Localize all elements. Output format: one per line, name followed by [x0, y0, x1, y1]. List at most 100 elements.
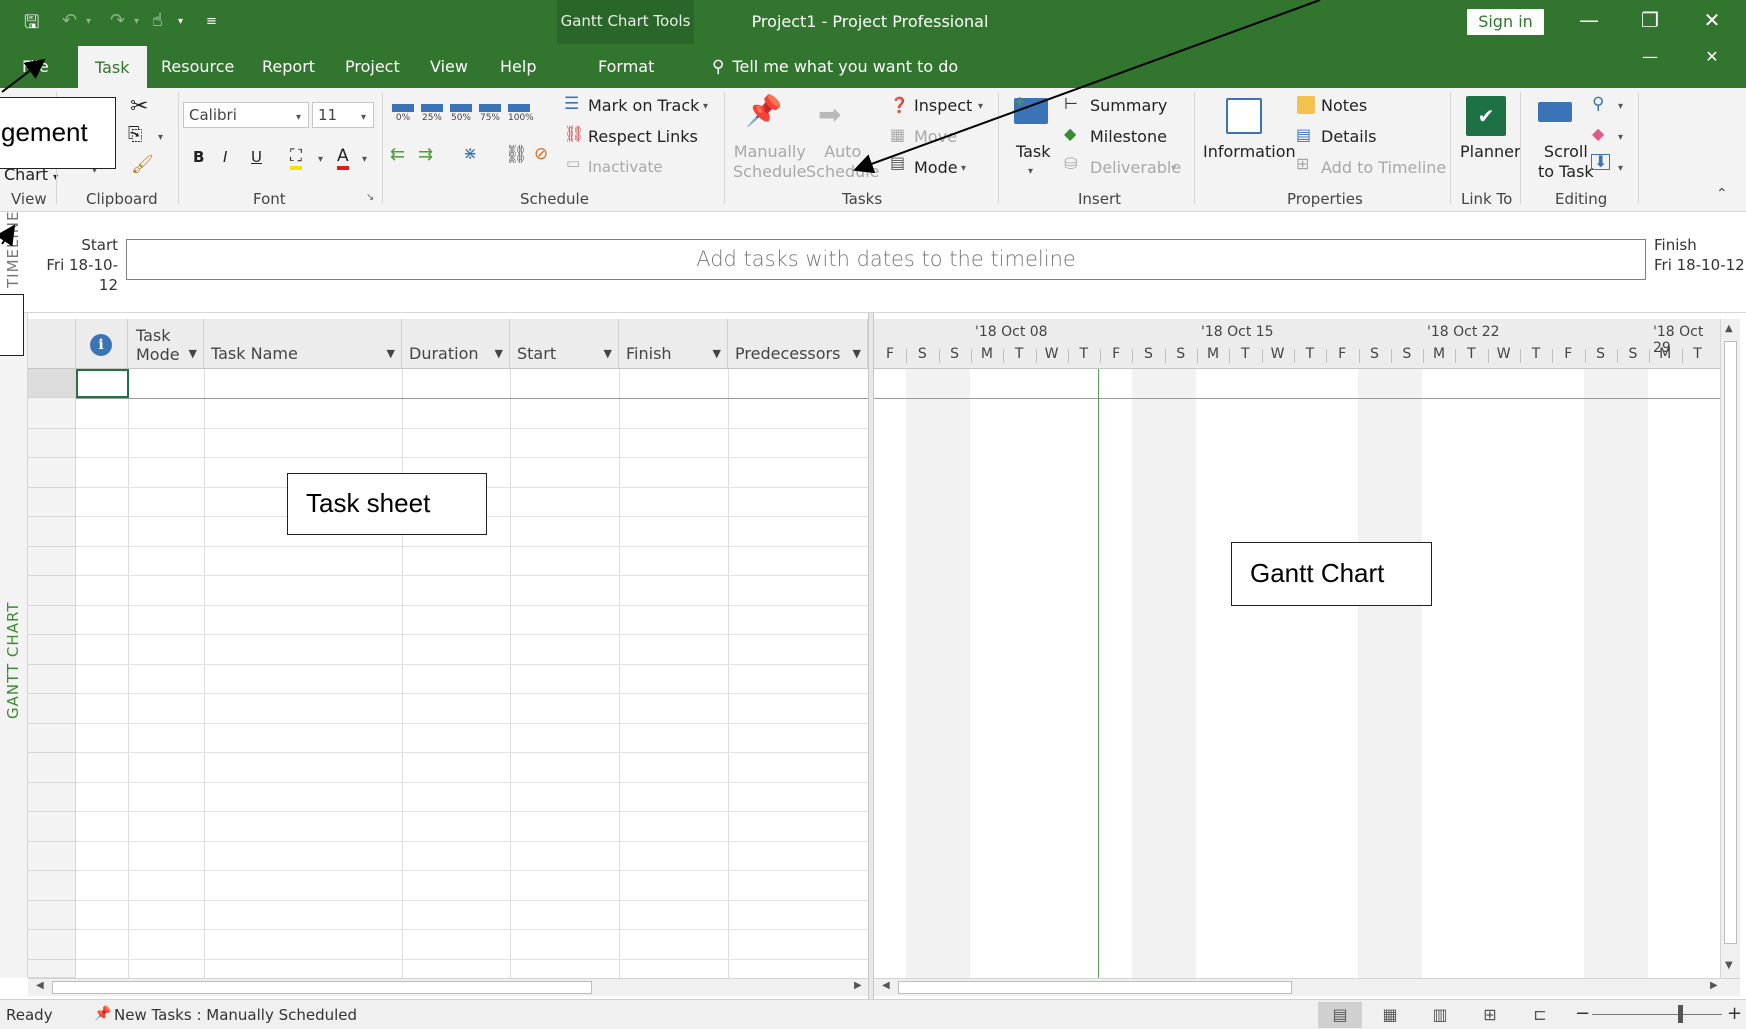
table-row[interactable]	[76, 781, 868, 783]
font-dialog-launcher-icon[interactable]: ↘	[366, 192, 374, 203]
complete-0-button[interactable]: 0%	[392, 104, 414, 126]
font-size-dropdown-icon[interactable]: ▾	[361, 112, 366, 123]
table-row[interactable]	[76, 604, 868, 606]
clear-icon[interactable]: ◆	[1592, 124, 1604, 143]
table-row[interactable]	[76, 575, 868, 576]
manually-schedule-button[interactable]: Manually Schedule	[733, 142, 807, 182]
vertical-scroll-thumb[interactable]	[1724, 341, 1737, 944]
close-button[interactable]: ✕	[1692, 8, 1732, 32]
task-usage-view-icon[interactable]: ▦	[1368, 1002, 1412, 1028]
fill-dropdown-icon[interactable]: ▾	[1618, 163, 1623, 174]
table-row[interactable]	[76, 693, 868, 694]
tab-format[interactable]: Format	[598, 57, 654, 76]
chevron-down-icon[interactable]: ▼	[604, 347, 612, 360]
sheet-scroll-thumb[interactable]	[52, 981, 592, 994]
complete-100-button[interactable]: 100%	[508, 104, 534, 126]
inactivate-button[interactable]: Inactivate	[588, 158, 663, 176]
undo-dropdown-icon[interactable]: ▾	[86, 16, 91, 27]
task-mode-column-header[interactable]: Task Mode ▼	[128, 319, 204, 369]
table-row[interactable]	[76, 634, 868, 635]
underline-button[interactable]: U	[251, 148, 262, 166]
chevron-down-icon[interactable]: ▼	[713, 347, 721, 360]
timeline-bar[interactable]: Add tasks with dates to the timeline	[126, 239, 1646, 280]
font-name-select[interactable]: Calibri	[183, 102, 309, 128]
gantt-horizontal-scrollbar[interactable]: ◀ ▶	[874, 978, 1740, 996]
table-row[interactable]	[76, 899, 868, 901]
deliverable-dropdown-icon[interactable]: ▾	[1171, 163, 1176, 174]
gantt-scroll-thumb[interactable]	[898, 981, 1292, 994]
inspect-button[interactable]: Inspect	[914, 96, 972, 115]
complete-25-button[interactable]: 25%	[421, 104, 443, 126]
bold-button[interactable]: B	[193, 148, 204, 166]
team-planner-view-icon[interactable]: ▥	[1418, 1002, 1462, 1028]
save-icon[interactable]: 🖫	[24, 10, 39, 40]
sheet-horizontal-scrollbar[interactable]: ◀ ▶	[28, 978, 868, 996]
chevron-down-icon[interactable]: ▼	[387, 347, 395, 360]
information-button[interactable]: Information	[1203, 142, 1296, 161]
copy-icon[interactable]: ⎘	[128, 124, 142, 145]
mark-on-track-button[interactable]: Mark on Track	[588, 96, 699, 115]
mode-dropdown-icon[interactable]: ▾	[961, 163, 966, 174]
task-dropdown-icon[interactable]: ▾	[1028, 166, 1033, 177]
find-dropdown-icon[interactable]: ▾	[1618, 101, 1623, 112]
format-painter-icon[interactable]: 🖌	[131, 154, 154, 175]
unlink-tasks-icon[interactable]: ⊘	[534, 144, 548, 164]
respect-links-button[interactable]: Respect Links	[588, 127, 698, 146]
scroll-left-icon[interactable]: ◀	[882, 980, 890, 991]
redo-icon[interactable]: ↷	[110, 10, 125, 31]
task-name-column-header[interactable]: Task Name ▼	[204, 319, 402, 369]
scroll-to-task-button[interactable]: Scroll to Task	[1538, 142, 1594, 182]
predecessors-column-header[interactable]: Predecessors ▼	[728, 319, 868, 369]
deliverable-button[interactable]: Deliverable	[1090, 158, 1181, 177]
tab-project[interactable]: Project	[345, 57, 400, 76]
scroll-right-icon[interactable]: ▶	[1710, 980, 1718, 991]
gantt-view-shortcut-icon[interactable]: ▤	[1318, 1002, 1362, 1028]
auto-schedule-button[interactable]: Auto Schedule	[806, 142, 880, 182]
finish-column-header[interactable]: Finish ▼	[619, 319, 728, 369]
mark-on-track-dropdown-icon[interactable]: ▾	[703, 101, 708, 112]
start-column-header[interactable]: Start ▼	[510, 319, 619, 369]
inspect-dropdown-icon[interactable]: ▾	[978, 101, 983, 112]
table-row[interactable]	[76, 545, 868, 547]
split-task-icon[interactable]: ⋇	[463, 144, 477, 164]
font-color-icon[interactable]: A	[337, 146, 349, 170]
italic-button[interactable]: I	[223, 148, 227, 166]
gantt-chart-vertical-label[interactable]: GANTT CHART	[4, 602, 22, 719]
tab-view[interactable]: View	[430, 57, 468, 76]
tab-file[interactable]: File	[22, 57, 49, 76]
row-header[interactable]	[28, 369, 76, 398]
find-icon[interactable]: ⚲	[1592, 94, 1604, 114]
tab-resource[interactable]: Resource	[161, 57, 234, 76]
chevron-down-icon[interactable]: ▼	[495, 347, 503, 360]
add-to-timeline-button[interactable]: Add to Timeline	[1321, 158, 1446, 177]
tab-help[interactable]: Help	[500, 57, 536, 76]
insert-task-button[interactable]: Task	[1016, 142, 1051, 161]
restore-button[interactable]: ❐	[1630, 8, 1670, 32]
indent-icon[interactable]: ⇉	[418, 144, 433, 165]
milestone-button[interactable]: Milestone	[1090, 127, 1167, 146]
zoom-slider[interactable]	[1592, 1014, 1722, 1015]
zoom-slider-thumb[interactable]	[1678, 1005, 1683, 1023]
scroll-down-icon[interactable]: ▼	[1725, 960, 1733, 971]
table-row[interactable]	[76, 958, 868, 960]
new-tasks-mode[interactable]: New Tasks : Manually Scheduled	[114, 1006, 357, 1024]
ribbon-minimize-button[interactable]: —	[1630, 47, 1670, 66]
chevron-down-icon[interactable]: ▼	[853, 347, 861, 360]
clear-dropdown-icon[interactable]: ▾	[1618, 132, 1623, 143]
timeline-vertical-label[interactable]: TIMELINE	[4, 211, 22, 289]
gantt-chart-pane[interactable]: '18 Oct 08 '18 Oct 15 '18 Oct 22 '18 Oct…	[874, 319, 1720, 978]
touch-dropdown-icon[interactable]: ▾	[178, 16, 183, 27]
selected-cell[interactable]	[76, 369, 129, 398]
highlight-color-icon[interactable]: ⛶	[290, 146, 302, 170]
zoom-in-icon[interactable]: +	[1727, 1003, 1742, 1024]
chevron-down-icon[interactable]: ▼	[189, 347, 197, 360]
table-row[interactable]	[76, 427, 868, 429]
summary-button[interactable]: Summary	[1090, 96, 1167, 115]
table-row[interactable]	[76, 663, 868, 665]
redo-dropdown-icon[interactable]: ▾	[134, 16, 139, 27]
scroll-left-icon[interactable]: ◀	[36, 980, 44, 991]
copy-dropdown-icon[interactable]: ▾	[158, 132, 163, 143]
duration-column-header[interactable]: Duration ▼	[402, 319, 510, 369]
details-button[interactable]: Details	[1321, 127, 1376, 146]
zoom-out-icon[interactable]: −	[1575, 1003, 1590, 1024]
